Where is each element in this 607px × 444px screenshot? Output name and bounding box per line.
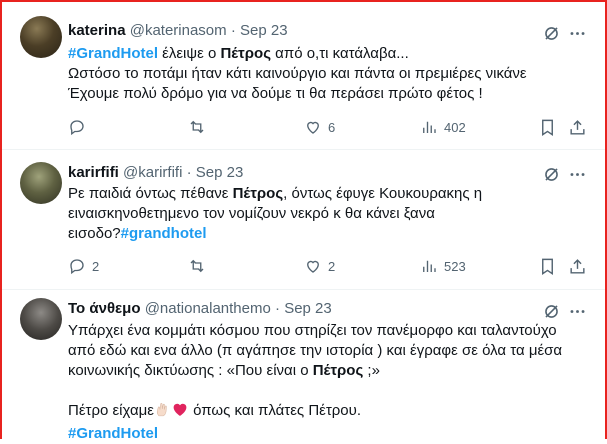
text-segment: έλειψε ο: [158, 45, 221, 62]
highlight-text: Πέτρος: [232, 185, 284, 202]
text-segment: ;»: [363, 362, 380, 379]
display-name[interactable]: karirfifi: [68, 164, 119, 181]
share-icon[interactable]: [566, 255, 588, 277]
view-count: 523: [444, 258, 466, 274]
display-name[interactable]: Το άνθεμο: [68, 300, 141, 317]
text-line: από εδώ και ενα άλλο (π αγάπησε την ιστο…: [68, 342, 563, 359]
tweet-text: Ρε παιδιά όντως πέθανε Πέτρος, όντως έφυ…: [68, 184, 588, 244]
tweet-header: Το άνθεμο @nationalanthemo · Sep 23: [68, 299, 332, 319]
tweet-text: Υπάρχει ένα κομμάτι κόσμου που στηρίζει …: [68, 321, 588, 444]
text-segment: Ρε παιδιά όντως πέθανε: [68, 185, 233, 202]
more-options-icon[interactable]: [566, 300, 588, 322]
retweet-button[interactable]: [188, 117, 212, 137]
view-count: 402: [444, 119, 466, 135]
like-button[interactable]: 6: [304, 117, 335, 137]
timestamp[interactable]: Sep 23: [240, 22, 288, 39]
heart-icon: [307, 260, 319, 273]
text-segment: από ο,τι κατάλαβα...: [271, 45, 409, 62]
bookmark-icon[interactable]: [536, 255, 558, 277]
separator-dot: ·: [186, 164, 192, 181]
tweet-header: katerina @katerinasom · Sep 23: [68, 21, 288, 41]
reply-icon: [70, 259, 84, 275]
text-segment: όπως και πλάτες Πέτρου.: [188, 402, 362, 419]
timestamp[interactable]: Sep 23: [284, 300, 332, 317]
handle[interactable]: @nationalanthemo: [145, 300, 271, 317]
text-segment: κοινωνικής δικτύωσης : «Που είναι ο: [68, 362, 313, 379]
retweet-icon: [190, 120, 204, 134]
views-button[interactable]: 402: [420, 117, 466, 137]
text-line: Ωστόσο το ποτάμι ήταν κάτι καινούργιο κα…: [68, 65, 527, 82]
highlight-text: Πέτρος: [220, 45, 271, 62]
retweet-button[interactable]: [188, 256, 212, 276]
handle[interactable]: @karirfifi: [123, 164, 182, 181]
hashtag-link[interactable]: #grandhotel: [121, 225, 207, 242]
reply-button[interactable]: [68, 117, 92, 137]
display-name[interactable]: katerina: [68, 22, 126, 39]
text-line: ειναισκηνοθετημενο τον νομίζουν νεκρό κ …: [68, 205, 435, 222]
grok-icon[interactable]: [540, 300, 562, 322]
more-options-icon[interactable]: [566, 22, 588, 44]
tweet-header: karirfifi @karirfifi · Sep 23: [68, 163, 243, 183]
bookmark-icon[interactable]: [536, 116, 558, 138]
share-icon[interactable]: [566, 116, 588, 138]
text-segment: , όντως έφυγε Κουκουρακης η: [283, 185, 483, 202]
red-heart-icon: [171, 401, 189, 424]
divider: [2, 149, 605, 150]
like-count: 6: [328, 119, 336, 135]
views-button[interactable]: 523: [420, 256, 466, 276]
heart-icon: [307, 121, 319, 134]
hashtag-link[interactable]: #GrandHotel: [68, 45, 158, 62]
grok-icon[interactable]: [540, 22, 562, 44]
hashtag-link[interactable]: #GrandHotel: [68, 425, 158, 442]
separator-dot: ·: [230, 22, 236, 39]
avatar[interactable]: [20, 298, 62, 340]
hand-emoji-icon: [154, 401, 171, 424]
reply-count: 2: [92, 258, 100, 274]
highlight-text: Πέτρος: [312, 362, 364, 379]
more-options-icon[interactable]: [566, 163, 588, 185]
retweet-icon: [190, 259, 204, 273]
reply-button[interactable]: 2: [68, 256, 99, 276]
text-line: Υπάρχει ένα κομμάτι κόσμου που στηρίζει …: [68, 322, 557, 339]
text-segment: Πέτρο είχαμε: [68, 402, 154, 419]
avatar[interactable]: [20, 162, 62, 204]
avatar[interactable]: [20, 16, 62, 58]
divider: [2, 289, 605, 290]
tweet-text: #GrandHotel έλειψε ο Πέτρος από ο,τι κατ…: [68, 44, 588, 104]
views-icon: [423, 260, 436, 272]
separator-dot: ·: [275, 300, 281, 317]
handle[interactable]: @katerinasom: [130, 22, 227, 39]
grok-icon[interactable]: [540, 163, 562, 185]
reply-icon: [70, 120, 84, 136]
views-icon: [423, 121, 436, 133]
like-count: 2: [328, 258, 336, 274]
timestamp[interactable]: Sep 23: [196, 164, 244, 181]
text-segment: εισοδο?: [68, 225, 121, 242]
text-line: Έχουμε πολύ δρόμο για να δούμε τι θα περ…: [68, 85, 483, 102]
like-button[interactable]: 2: [304, 256, 335, 276]
